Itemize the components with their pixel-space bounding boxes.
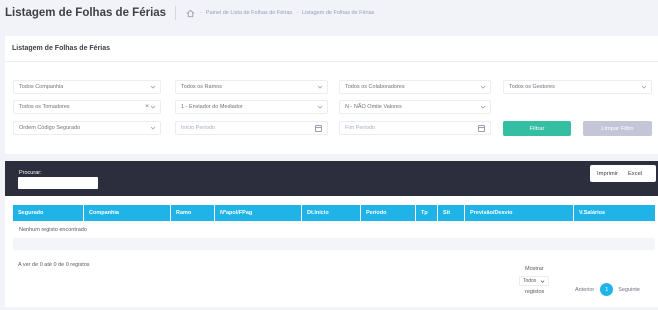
- table-header: Segurado Companhia Ramo Nºapol/FPag Dt.I…: [13, 205, 655, 221]
- managers-select-value: Todos os Gestores: [509, 84, 555, 90]
- page-1-button[interactable]: 1: [600, 283, 614, 296]
- empty-table-message: Nenhum registo encontrado: [19, 227, 87, 233]
- card-title: Listagem de Folhas de Férias: [5, 36, 658, 62]
- table-toolbar: Procurar: Imprimir Excel: [5, 161, 658, 196]
- omit-values-select[interactable]: N - NÃO Omite Valores: [339, 100, 491, 114]
- order-select-value: Ordem Código Segurado: [19, 125, 81, 131]
- chevron-down-icon: [540, 280, 545, 283]
- chevron-down-icon: [480, 85, 486, 89]
- chevron-down-icon: [317, 105, 323, 109]
- home-icon[interactable]: [186, 9, 195, 18]
- column-header-tp[interactable]: Tp: [416, 205, 437, 221]
- breadcrumb-item-listing[interactable]: Listagem de Folhas de Férias: [302, 10, 374, 16]
- start-period-input[interactable]: Início Período: [175, 121, 328, 135]
- chevron-down-icon: [150, 85, 156, 89]
- sender-select-value: 1 - Enviador do Mediador: [181, 104, 243, 110]
- print-button[interactable]: Imprimir: [597, 171, 618, 177]
- calendar-icon[interactable]: [315, 125, 322, 132]
- column-header-companhia[interactable]: Companhia: [84, 205, 170, 221]
- page-title: Listagem de Folhas de Férias: [5, 7, 167, 19]
- column-header-ramo[interactable]: Ramo: [171, 205, 214, 221]
- chevron-down-icon: [317, 85, 323, 89]
- sender-select[interactable]: 1 - Enviador do Mediador: [175, 100, 328, 114]
- collaborators-select-value: Todos os Colaboradores: [345, 84, 405, 90]
- top-bar: Listagem de Folhas de Férias - Painel de…: [0, 0, 658, 26]
- column-header-periodo[interactable]: Período: [361, 205, 415, 221]
- page-length-select[interactable]: Todos: [519, 276, 549, 286]
- excel-button[interactable]: Excel: [628, 171, 642, 177]
- next-page-button[interactable]: Seguinte: [618, 287, 640, 293]
- column-header-data-inicio[interactable]: Dt.Início: [302, 205, 360, 221]
- omit-values-select-value: N - NÃO Omite Valores: [345, 104, 402, 110]
- chevron-down-icon: [150, 126, 156, 130]
- breadcrumb: - Painel de Lista de Folhas de Férias - …: [200, 10, 375, 16]
- filters-card: Listagem de Folhas de Férias: [5, 36, 658, 154]
- company-select-value: Todos Companhia: [19, 84, 64, 90]
- column-header-salarios[interactable]: V.Salários: [574, 205, 655, 221]
- end-period-placeholder: Fim Período: [345, 125, 375, 131]
- column-header-apolice[interactable]: Nºapol/FPag: [215, 205, 301, 221]
- results-table: Segurado Companhia Ramo Nºapol/FPag Dt.I…: [5, 196, 658, 307]
- page-length-suffix: registos: [525, 289, 545, 295]
- policyholders-select[interactable]: Todos os Tomadores ×: [13, 100, 161, 114]
- branch-select[interactable]: Todos os Ramos: [175, 80, 328, 94]
- order-select[interactable]: Ordem Código Segurado: [13, 121, 161, 135]
- calendar-icon[interactable]: [478, 125, 485, 132]
- policyholders-select-value: Todos os Tomadores: [19, 104, 70, 110]
- chevron-down-icon: [150, 105, 156, 109]
- title-separator: [175, 6, 177, 20]
- page-length-value: Todos: [523, 278, 537, 284]
- records-info: A ver de 0 até 0 de 0 registos: [18, 262, 90, 268]
- managers-select[interactable]: Todos os Gestores: [503, 80, 652, 94]
- table-footer-band: [13, 238, 655, 250]
- pagination: Anterior 1 Seguinte: [575, 283, 640, 296]
- column-header-sit[interactable]: Sit: [438, 205, 464, 221]
- clear-filter-button[interactable]: Limpar Filtro: [583, 121, 652, 136]
- end-period-input[interactable]: Fim Período: [339, 121, 491, 135]
- column-header-segurado[interactable]: Segurado: [13, 205, 83, 221]
- column-header-previsao[interactable]: Previsão/Desvio: [465, 205, 573, 221]
- collaborators-select[interactable]: Todos os Colaboradores: [339, 80, 491, 94]
- start-period-placeholder: Início Período: [181, 125, 215, 131]
- search-input[interactable]: [18, 177, 98, 189]
- clear-icon[interactable]: ×: [145, 103, 149, 110]
- search-label: Procurar:: [19, 170, 42, 176]
- branch-select-value: Todos os Ramos: [181, 84, 222, 90]
- chevron-down-icon: [641, 85, 647, 89]
- chevron-down-icon: [480, 105, 486, 109]
- previous-page-button[interactable]: Anterior: [575, 287, 594, 293]
- page-length-label: Mostrar: [525, 266, 544, 272]
- breadcrumb-item-panel[interactable]: Painel de Lista de Folhas de Férias: [206, 10, 292, 16]
- export-buttons: Imprimir Excel: [590, 165, 656, 182]
- filter-button[interactable]: Filtrar: [503, 121, 571, 136]
- company-select[interactable]: Todos Companhia: [13, 80, 161, 94]
